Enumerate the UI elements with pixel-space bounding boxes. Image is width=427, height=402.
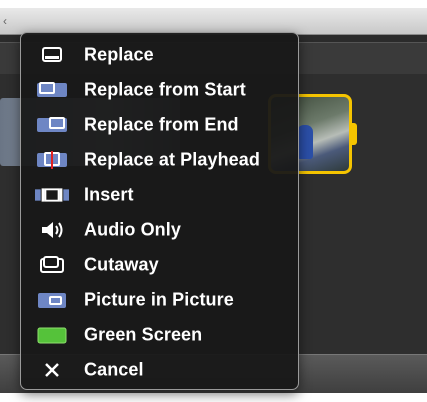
menu-item-label: Audio Only <box>84 219 181 239</box>
menu-item-label: Replace from End <box>84 114 239 134</box>
menu-item-label: Green Screen <box>84 324 203 344</box>
insert-icon <box>35 185 69 205</box>
menu-item-picture-in-picture[interactable]: Picture in Picture <box>21 282 298 317</box>
cutaway-icon <box>35 255 69 275</box>
picture-in-picture-icon <box>35 290 69 310</box>
menu-item-label: Cutaway <box>84 254 159 274</box>
clip-trim-handle[interactable] <box>349 123 357 145</box>
speaker-icon <box>35 220 69 240</box>
menu-item-insert[interactable]: Insert <box>21 177 298 212</box>
editor-toolbar: ‹ <box>0 8 427 35</box>
menu-item-replace-at-playhead[interactable]: Replace at Playhead <box>21 142 298 177</box>
replace-from-end-icon <box>35 115 69 135</box>
menu-item-label: Picture in Picture <box>84 289 234 309</box>
replace-at-playhead-icon <box>35 150 69 170</box>
menu-item-label: Replace at Playhead <box>84 149 260 169</box>
close-icon <box>35 360 69 380</box>
green-screen-icon <box>35 325 69 345</box>
clip-thumbnail-figure <box>297 125 313 159</box>
menu-item-audio-only[interactable]: Audio Only <box>21 212 298 247</box>
replace-icon <box>35 45 69 65</box>
menu-item-replace-from-end[interactable]: Replace from End <box>21 107 298 142</box>
menu-item-replace-from-start[interactable]: Replace from Start <box>21 72 298 107</box>
menu-item-replace[interactable]: Replace <box>21 37 298 72</box>
toolbar-edge-icon: ‹ <box>3 14 7 28</box>
menu-item-cancel[interactable]: Cancel <box>21 352 298 387</box>
menu-item-label: Cancel <box>84 359 144 379</box>
menu-item-green-screen[interactable]: Green Screen <box>21 317 298 352</box>
menu-item-cutaway[interactable]: Cutaway <box>21 247 298 282</box>
menu-item-label: Replace <box>84 44 154 64</box>
replace-from-start-icon <box>35 80 69 100</box>
drop-options-menu: Replace Replace from Start Replace from … <box>20 32 299 390</box>
menu-item-label: Replace from Start <box>84 79 246 99</box>
menu-item-label: Insert <box>84 184 134 204</box>
